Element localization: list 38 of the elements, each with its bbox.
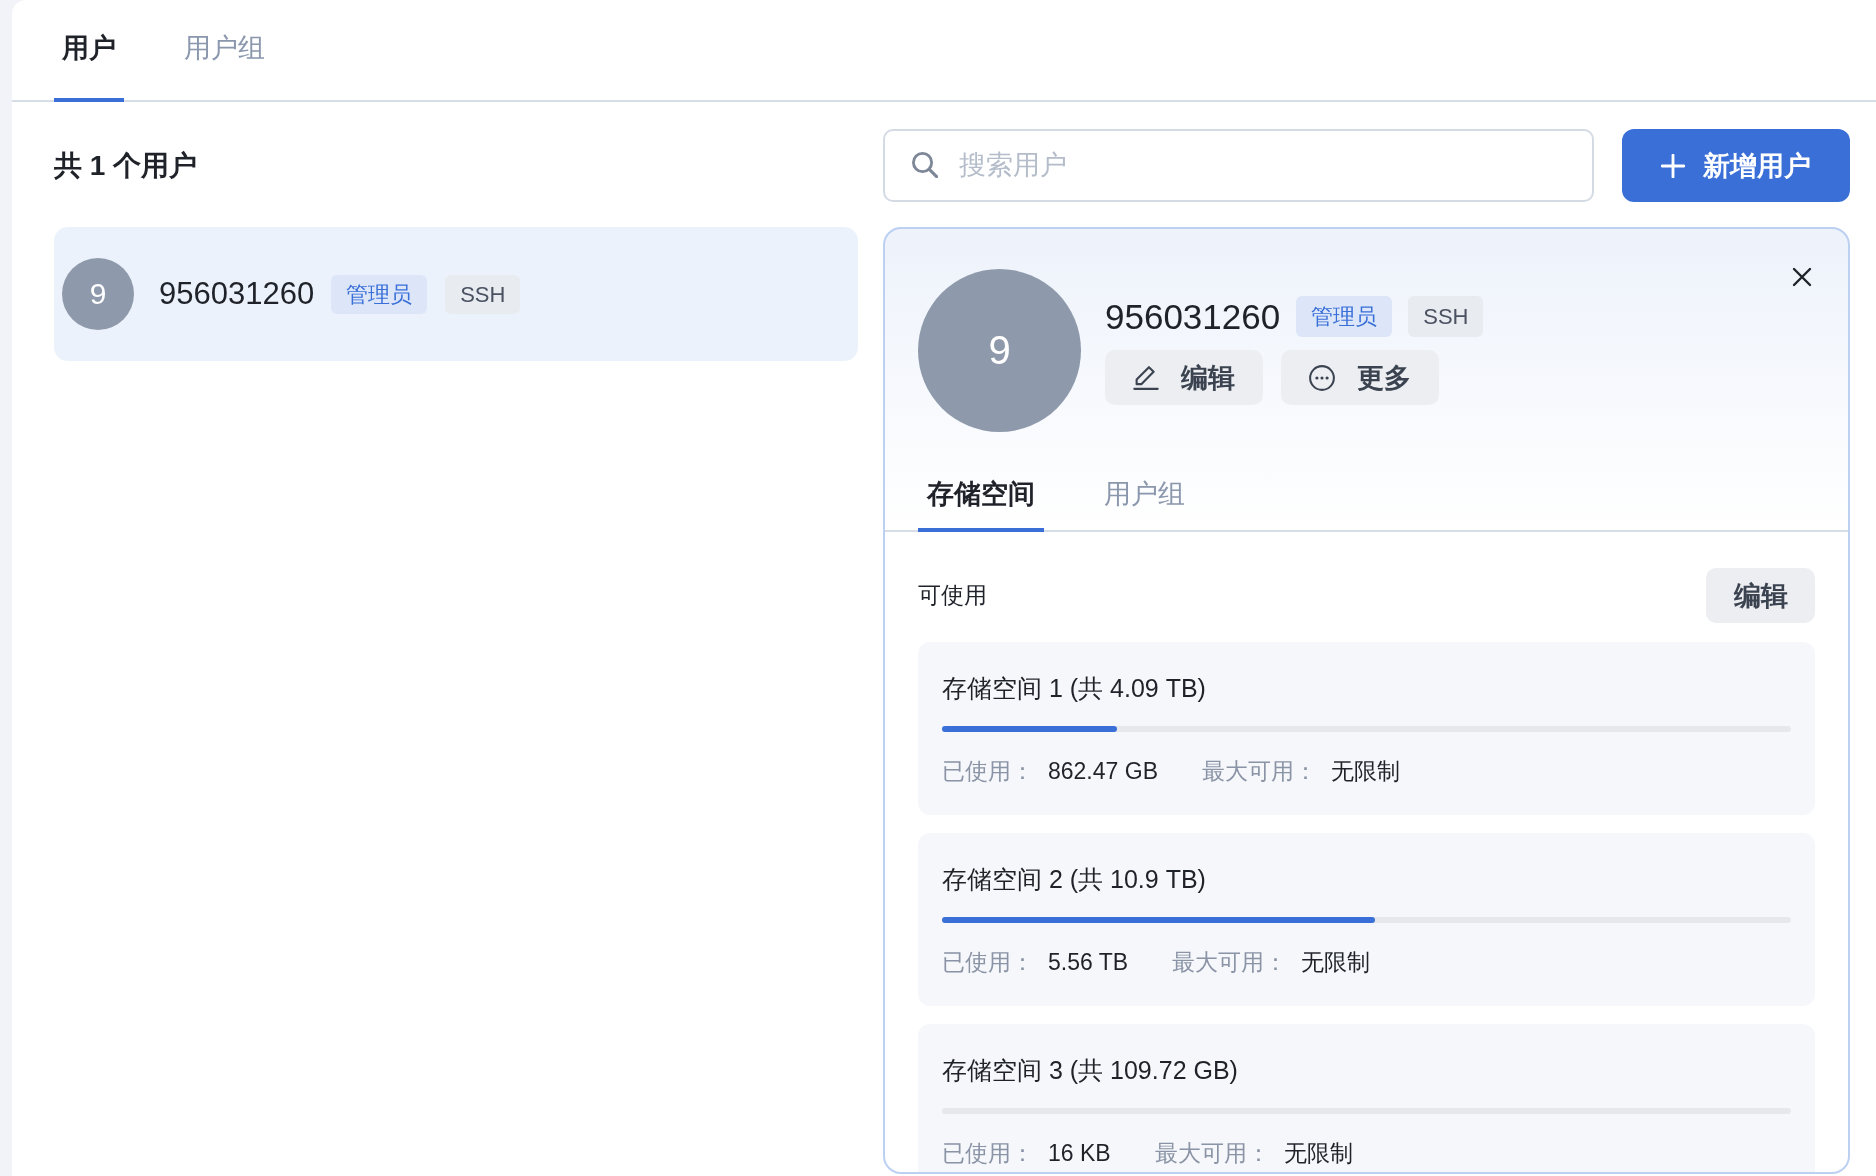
user-name: 956031260 [159, 276, 315, 312]
used-value: 5.56 TB [1048, 948, 1129, 977]
max-label: 最大可用： [1172, 948, 1288, 977]
max-label: 最大可用： [1154, 1139, 1270, 1168]
access-tag: SSH [445, 274, 521, 314]
tab[interactable]: 存储空间 [918, 474, 1044, 532]
role-tag: 管理员 [1296, 296, 1393, 337]
used-value: 862.47 GB [1048, 757, 1158, 786]
storage-title: 存储空间 2 (共 10.9 TB) [942, 865, 1207, 893]
access-tag: SSH [1408, 296, 1484, 337]
pencil-icon [1133, 365, 1159, 390]
user-name: 956031260 [1105, 296, 1281, 337]
user-count: 共 1 个用户 [54, 148, 199, 183]
max-value: 无限制 [1330, 757, 1400, 786]
used-label: 已使用： [942, 757, 1034, 786]
plus-icon [1661, 153, 1685, 178]
used-value: 16 KB [1048, 1139, 1111, 1168]
user-avatar: 9 [918, 269, 1081, 432]
storage-title: 存储空间 1 (共 4.09 TB) [942, 674, 1207, 702]
tab[interactable]: 用户 [54, 0, 124, 102]
max-value: 无限制 [1283, 1139, 1353, 1168]
used-label: 已使用： [942, 1139, 1034, 1168]
section-title: 可使用 [918, 581, 987, 610]
max-value: 无限制 [1301, 948, 1371, 977]
storage-title: 存储空间 3 (共 109.72 GB) [942, 1056, 1239, 1084]
user-list-item[interactable]: 9 956031260 管理员 SSH [54, 227, 858, 361]
search-icon [912, 152, 938, 178]
role-tag: 管理员 [331, 274, 428, 314]
max-label: 最大可用： [1201, 757, 1317, 786]
used-label: 已使用： [942, 948, 1034, 977]
add-user-button[interactable]: 新增用户 [1622, 129, 1850, 202]
user-avatar: 9 [62, 258, 134, 330]
edit-button[interactable]: 编辑 [1706, 568, 1815, 623]
close-icon[interactable] [1792, 267, 1812, 287]
more-button[interactable]: 更多 [1281, 350, 1439, 405]
more-icon [1309, 364, 1335, 391]
search-field[interactable]: 搜索用户 [883, 129, 1594, 202]
edit-button[interactable]: 编辑 [1105, 350, 1263, 405]
